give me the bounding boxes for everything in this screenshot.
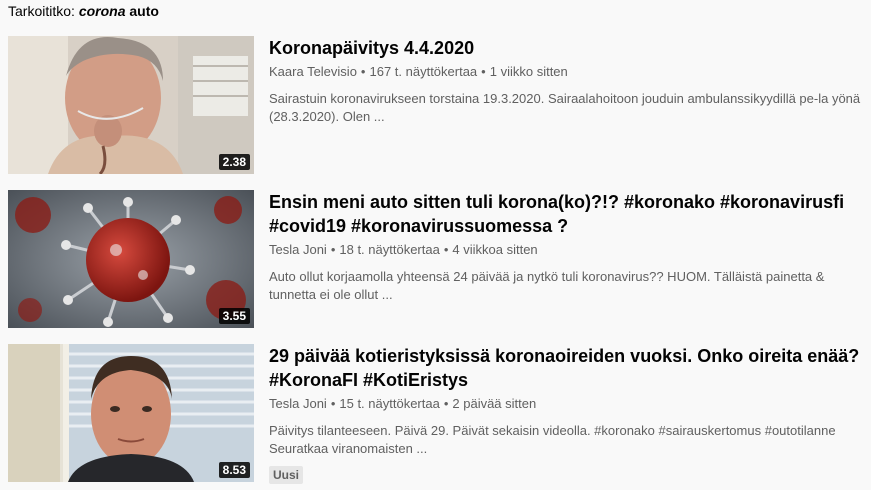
channel-name[interactable]: Tesla Joni [269,396,327,411]
video-info: 29 päivää kotieristyksissä koronaoireide… [269,344,864,484]
video-meta: Tesla Joni • 15 t. näyttökertaa • 2 päivää s… [269,395,864,413]
video-title[interactable]: 29 päivää kotieristyksissä koronaoireide… [269,344,864,392]
thumbnail-image-virus [8,190,254,328]
video-thumbnail[interactable]: 3.55 [8,190,254,328]
upload-age: 1 viikko sitten [489,64,568,79]
video-meta: Tesla Joni • 18 t. näyttökertaa • 4 viikkoa … [269,241,864,259]
corrected-query-italic: corona [78,3,126,19]
meta-separator: • [330,242,336,257]
did-you-mean-label: Tarkoititko: [8,3,75,19]
meta-separator: • [360,64,366,79]
video-result: 2.38 Koronapäivitys 4.4.2020 Kaara Telev… [8,36,868,176]
did-you-mean: Tarkoititko: corona auto [8,3,159,19]
video-title[interactable]: Ensin meni auto sitten tuli korona(ko)?!… [269,190,864,238]
channel-name[interactable]: Tesla Joni [269,242,327,257]
view-count: 15 t. näyttökertaa [339,396,440,411]
thumbnail-image-man-hospital [8,36,254,174]
video-description: Sairastuin koronavirukseen torstaina 19.… [269,91,861,124]
video-info: Koronapäivitys 4.4.2020 Kaara Televisio •… [269,36,864,126]
video-duration: 2.38 [218,154,250,170]
video-result: 3.55 Ensin meni auto sitten tuli korona(… [8,190,868,330]
view-count: 167 t. näyttökertaa [369,64,478,79]
video-duration: 3.55 [218,308,250,324]
corrected-query-link[interactable]: corona auto [79,3,159,19]
thumbnail-image-man-window [8,344,254,482]
video-info: Ensin meni auto sitten tuli korona(ko)?!… [269,190,864,304]
video-duration: 8.53 [218,462,250,478]
video-result: 8.53 29 päivää kotieristyksissä koronaoi… [8,344,868,484]
corrected-query-rest: auto [125,3,159,19]
video-meta: Kaara Televisio • 167 t. näyttökertaa • 1 vi… [269,63,864,81]
channel-name[interactable]: Kaara Televisio [269,64,357,79]
meta-separator: • [330,396,336,411]
video-thumbnail[interactable]: 2.38 [8,36,254,174]
meta-separator: • [481,64,486,79]
upload-age: 4 viikkoa sitten [452,242,538,257]
video-title[interactable]: Koronapäivitys 4.4.2020 [269,36,864,60]
video-description: Auto ollut korjaamolla yhteensä 24 päivä… [269,269,825,302]
upload-age: 2 päivää sitten [452,396,537,411]
video-thumbnail[interactable]: 8.53 [8,344,254,482]
new-badge: Uusi [269,466,304,484]
video-description: Päivitys tilanteeseen. Päivä 29. Päivät … [269,423,836,456]
meta-separator: • [443,396,449,411]
view-count: 18 t. näyttökertaa [339,242,440,257]
meta-separator: • [443,242,449,257]
